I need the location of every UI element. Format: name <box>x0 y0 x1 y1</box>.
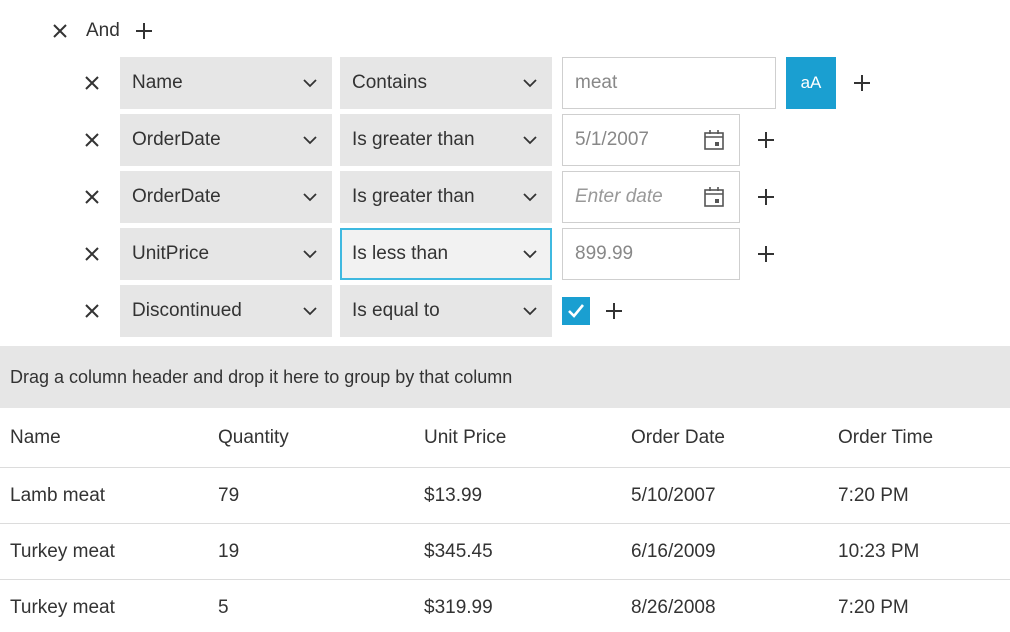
grid-header-row: Name Quantity Unit Price Order Date Orde… <box>0 408 1010 468</box>
operator-dropdown-value: Is equal to <box>352 300 440 321</box>
close-icon[interactable] <box>80 185 104 209</box>
field-dropdown[interactable]: OrderDate <box>120 171 332 223</box>
field-dropdown[interactable]: Discontinued <box>120 285 332 337</box>
close-icon[interactable] <box>80 71 104 95</box>
cell-quantity: 79 <box>218 484 240 506</box>
column-header-name[interactable]: Name <box>10 427 61 449</box>
field-dropdown-value: OrderDate <box>132 186 221 207</box>
filter-root: And <box>48 16 156 46</box>
number-input[interactable]: 899.99 <box>562 228 740 280</box>
field-dropdown[interactable]: OrderDate <box>120 114 332 166</box>
cell-order-time: 10:23 PM <box>838 540 920 562</box>
plus-icon[interactable] <box>754 185 778 209</box>
close-icon[interactable] <box>80 242 104 266</box>
cell-name: Turkey meat <box>10 596 115 618</box>
data-grid: Name Quantity Unit Price Order Date Orde… <box>0 408 1010 632</box>
operator-dropdown[interactable]: Is greater than <box>340 114 552 166</box>
filter-row-5: Discontinued Is equal to <box>80 285 626 337</box>
table-row[interactable]: Turkey meat 5 $319.99 8/26/2008 7:20 PM <box>0 580 1010 632</box>
group-by-panel-text: Drag a column header and drop it here to… <box>10 366 513 387</box>
operator-dropdown-value: Is less than <box>352 243 449 264</box>
discontinued-checkbox[interactable] <box>562 297 590 325</box>
chevron-down-icon <box>522 75 538 91</box>
column-header-unit-price[interactable]: Unit Price <box>424 427 506 449</box>
close-icon[interactable] <box>80 128 104 152</box>
plus-icon[interactable] <box>850 71 874 95</box>
chevron-down-icon <box>522 303 538 319</box>
number-input-value: 899.99 <box>575 243 634 264</box>
checkmark-icon <box>568 304 585 318</box>
close-icon[interactable] <box>80 299 104 323</box>
cell-quantity: 19 <box>218 540 240 562</box>
field-dropdown[interactable]: UnitPrice <box>120 228 332 280</box>
cell-order-date: 8/26/2008 <box>631 596 716 618</box>
value-input-text: meat <box>575 72 618 93</box>
chevron-down-icon <box>522 246 538 262</box>
field-dropdown[interactable]: Name <box>120 57 332 109</box>
value-input[interactable]: meat <box>562 57 776 109</box>
chevron-down-icon <box>522 132 538 148</box>
field-dropdown-value: OrderDate <box>132 129 221 150</box>
date-picker-input[interactable]: 5/1/2007 <box>562 114 740 166</box>
column-header-order-date[interactable]: Order Date <box>631 427 725 449</box>
filter-row-1: Name Contains meat aA <box>80 57 874 109</box>
cell-name: Turkey meat <box>10 540 115 562</box>
column-header-quantity[interactable]: Quantity <box>218 427 289 449</box>
operator-dropdown-value: Is greater than <box>352 186 475 207</box>
column-header-order-time[interactable]: Order Time <box>838 427 933 449</box>
table-row[interactable]: Lamb meat 79 $13.99 5/10/2007 7:20 PM <box>0 468 1010 524</box>
cell-unit-price: $13.99 <box>424 484 483 506</box>
field-dropdown-value: Name <box>132 72 183 93</box>
logic-operator-label[interactable]: And <box>86 20 120 42</box>
match-case-button[interactable]: aA <box>786 57 836 109</box>
cell-unit-price: $345.45 <box>424 540 493 562</box>
date-picker-input[interactable]: Enter date <box>562 171 740 223</box>
close-icon[interactable] <box>48 19 72 43</box>
cell-order-date: 6/16/2009 <box>631 540 716 562</box>
table-row[interactable]: Turkey meat 19 $345.45 6/16/2009 10:23 P… <box>0 524 1010 580</box>
date-picker-value: 5/1/2007 <box>575 129 649 150</box>
chevron-down-icon <box>302 189 318 205</box>
operator-dropdown-value: Is greater than <box>352 129 475 150</box>
operator-dropdown[interactable]: Is greater than <box>340 171 552 223</box>
cell-unit-price: $319.99 <box>424 596 493 618</box>
plus-icon[interactable] <box>754 242 778 266</box>
operator-dropdown[interactable]: Is equal to <box>340 285 552 337</box>
date-picker-placeholder: Enter date <box>575 186 663 207</box>
cell-quantity: 5 <box>218 596 229 618</box>
calendar-icon[interactable] <box>701 127 727 153</box>
filter-row-4: UnitPrice Is less than 899.99 <box>80 228 778 280</box>
field-dropdown-value: UnitPrice <box>132 243 210 264</box>
calendar-icon[interactable] <box>701 184 727 210</box>
cell-order-date: 5/10/2007 <box>631 484 716 506</box>
operator-dropdown[interactable]: Is less than <box>340 228 552 280</box>
chevron-down-icon <box>302 132 318 148</box>
operator-dropdown[interactable]: Contains <box>340 57 552 109</box>
plus-icon[interactable] <box>602 299 626 323</box>
chevron-down-icon <box>302 303 318 319</box>
plus-icon[interactable] <box>132 19 156 43</box>
operator-dropdown-value: Contains <box>352 72 427 93</box>
chevron-down-icon <box>302 75 318 91</box>
chevron-down-icon <box>522 189 538 205</box>
cell-order-time: 7:20 PM <box>838 484 909 506</box>
group-by-panel[interactable]: Drag a column header and drop it here to… <box>0 346 1010 408</box>
field-dropdown-value: Discontinued <box>132 300 242 321</box>
cell-name: Lamb meat <box>10 484 106 506</box>
cell-order-time: 7:20 PM <box>838 596 909 618</box>
chevron-down-icon <box>302 246 318 262</box>
plus-icon[interactable] <box>754 128 778 152</box>
filter-row-2: OrderDate Is greater than 5/1/2007 <box>80 114 778 166</box>
filter-row-3: OrderDate Is greater than Enter date <box>80 171 778 223</box>
